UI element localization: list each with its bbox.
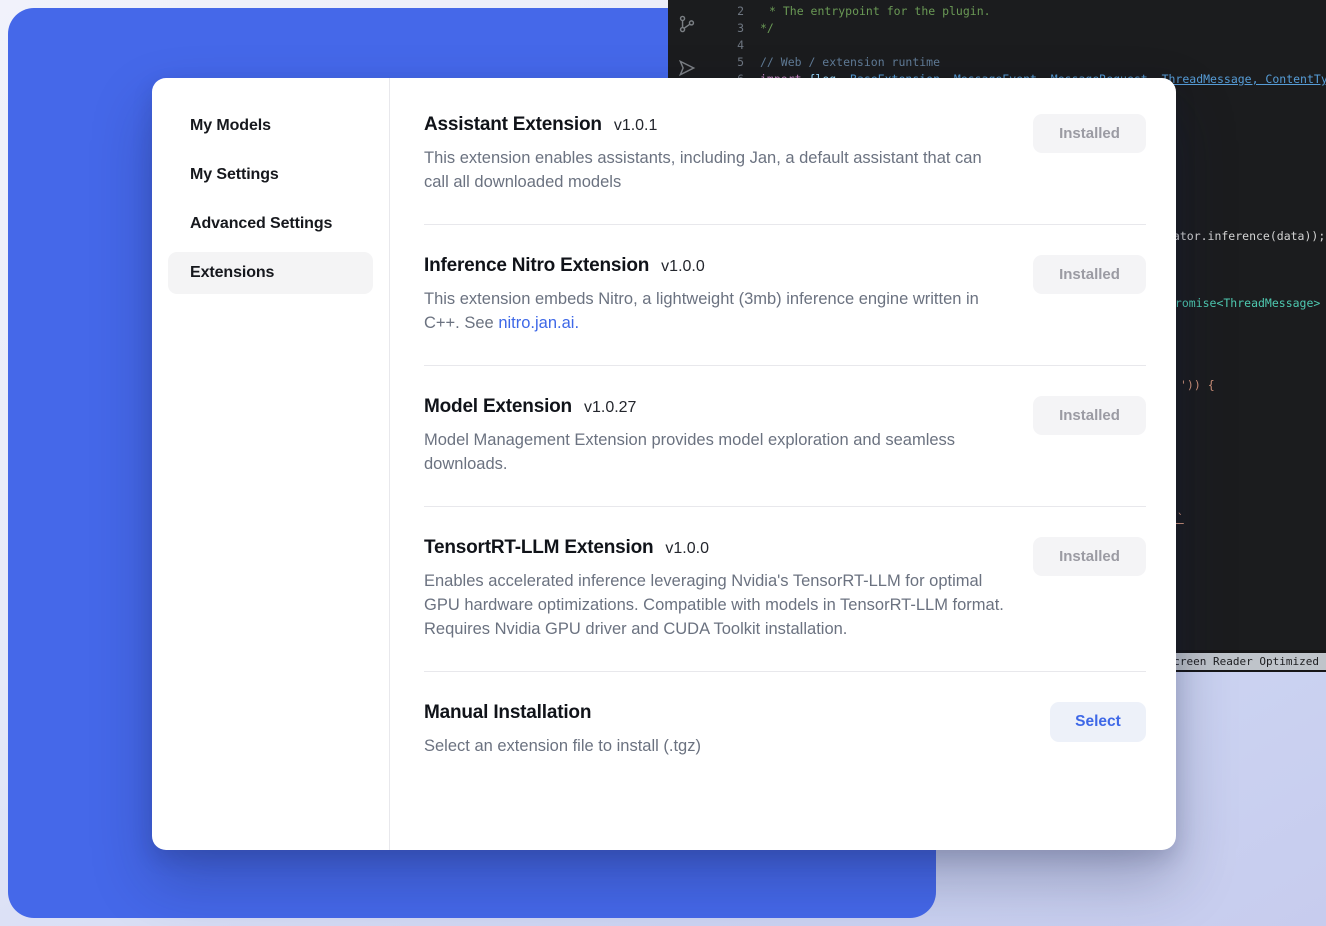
installed-button[interactable]: Installed [1033, 255, 1146, 294]
installed-button[interactable]: Installed [1033, 537, 1146, 576]
extension-version: v1.0.27 [584, 399, 636, 417]
code-line: 3 */ [716, 20, 1326, 37]
screen-reader-status-chip: Screen Reader Optimized [1160, 653, 1326, 670]
installed-button[interactable]: Installed [1033, 396, 1146, 435]
sidebar-item-extensions[interactable]: Extensions [168, 252, 373, 294]
section-name: Manual Installation [424, 702, 591, 724]
manual-installation-title: Manual Installation [424, 702, 701, 724]
extension-row-nitro: Inference Nitro Extension v1.0.0 This ex… [424, 225, 1146, 366]
code-fragment: ')) { [1180, 378, 1215, 392]
extension-version: v1.0.0 [661, 258, 705, 276]
line-number: 5 [716, 54, 744, 71]
extension-description: Model Management Extension provides mode… [424, 428, 1004, 476]
extension-description: This extension enables assistants, inclu… [424, 146, 1004, 194]
code-line: 4 [716, 37, 1326, 54]
installed-button[interactable]: Installed [1033, 114, 1146, 153]
nitro-jan-ai-link[interactable]: nitro.jan.ai. [498, 314, 579, 332]
code-line: 5 // Web / extension runtime [716, 54, 1326, 71]
extension-row-assistant: Assistant Extension v1.0.1 This extensio… [424, 84, 1146, 225]
extension-name: Inference Nitro Extension [424, 255, 649, 277]
extension-title: Inference Nitro Extension v1.0.0 [424, 255, 1004, 277]
code-text: */ [760, 20, 774, 37]
line-number: 3 [716, 20, 744, 37]
sidebar-item-my-settings[interactable]: My Settings [168, 154, 373, 196]
extension-description: Enables accelerated inference leveraging… [424, 569, 1004, 641]
extension-version: v1.0.0 [665, 540, 709, 558]
extension-name: Assistant Extension [424, 114, 602, 136]
extension-name: Model Extension [424, 396, 572, 418]
extension-title: Assistant Extension v1.0.1 [424, 114, 1004, 136]
editor-code-area: 2 * The entrypoint for the plugin. 3 */ … [716, 3, 1326, 88]
settings-modal: My Models My Settings Advanced Settings … [152, 78, 1176, 850]
sidebar-item-advanced-settings[interactable]: Advanced Settings [168, 203, 373, 245]
code-fragment: rator.inference(data)); [1166, 229, 1325, 243]
extension-title: TensortRT-LLM Extension v1.0.0 [424, 537, 1004, 559]
manual-installation-row: Manual Installation Select an extension … [424, 672, 1146, 788]
extension-row-model: Model Extension v1.0.27 Model Management… [424, 366, 1146, 507]
select-file-button[interactable]: Select [1050, 702, 1146, 742]
manual-installation-description: Select an extension file to install (.tg… [424, 734, 701, 758]
extension-version: v1.0.1 [614, 117, 658, 135]
sidebar-item-my-models[interactable]: My Models [168, 105, 373, 147]
extension-name: TensortRT-LLM Extension [424, 537, 653, 559]
source-control-icon [677, 14, 697, 37]
line-number: 2 [716, 3, 744, 20]
code-line: 2 * The entrypoint for the plugin. [716, 3, 1326, 20]
extension-row-tensorrt: TensortRT-LLM Extension v1.0.0 Enables a… [424, 507, 1146, 672]
extension-title: Model Extension v1.0.27 [424, 396, 1004, 418]
line-number: 4 [716, 37, 744, 54]
code-fragment: Promise<ThreadMessage> [1168, 296, 1320, 310]
code-text: // Web / extension runtime [760, 54, 940, 71]
code-text: * The entrypoint for the plugin. [760, 3, 991, 20]
settings-sidebar: My Models My Settings Advanced Settings … [152, 78, 390, 850]
extension-description: This extension embeds Nitro, a lightweig… [424, 287, 1004, 335]
extensions-panel: Assistant Extension v1.0.1 This extensio… [390, 78, 1176, 850]
